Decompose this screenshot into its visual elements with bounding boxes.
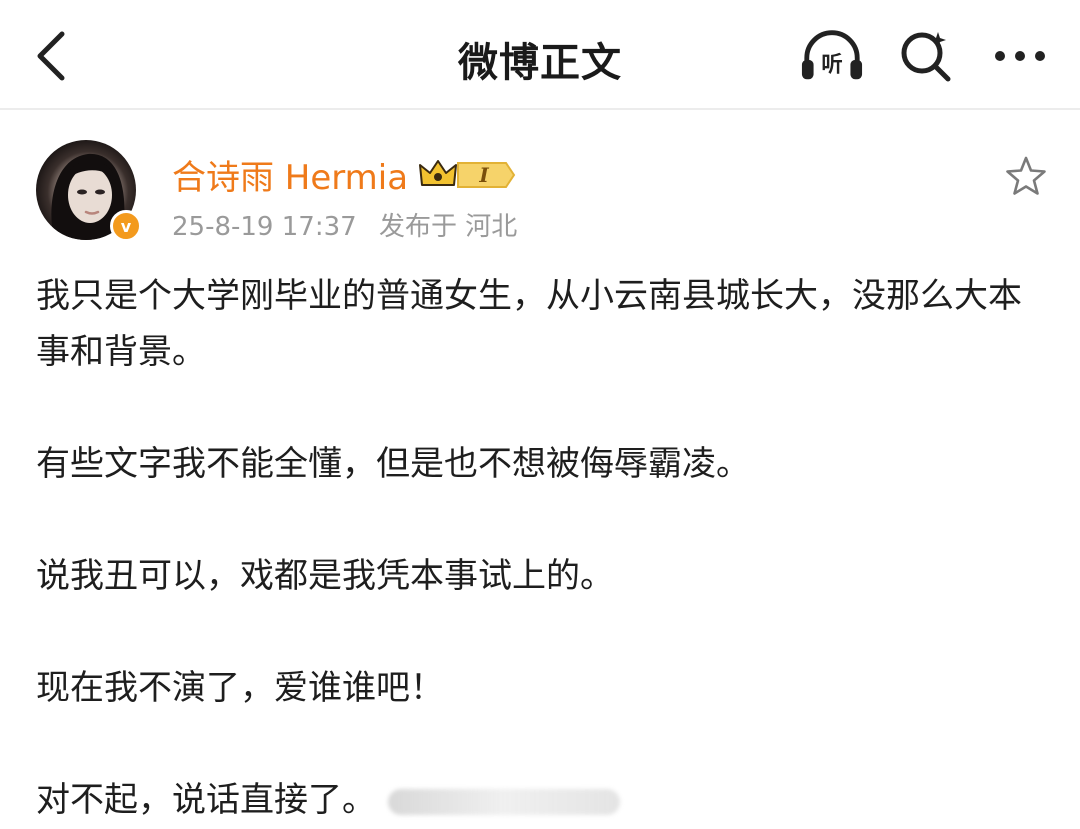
top-navigation-bar: 微博正文 听 [0,0,1080,110]
top-actions: 听 [800,26,1052,86]
search-button[interactable] [894,26,958,86]
post-location: 发布于 河北 [378,212,518,242]
search-icon [901,32,951,82]
crown-icon: I [419,159,516,188]
post-paragraph-last: 对不起，说话直接了。 [36,772,1046,828]
post-paragraph: 说我丑可以，戏都是我凭本事试上的。 [36,556,614,596]
verified-badge: v [110,210,142,242]
post-paragraph-text: 对不起，说话直接了。 [36,780,376,820]
blurred-watermark [388,788,620,815]
more-dots-icon [995,51,1045,61]
more-button[interactable] [988,26,1052,86]
star-outline-icon [1006,156,1046,195]
post-paragraph: 现在我不演了，爱谁谁吧！ [36,668,444,708]
headphones-icon: 听 [801,30,863,80]
author-row: 合诗雨 Hermia I [172,150,516,199]
listen-button[interactable]: 听 [800,26,864,86]
post-paragraph: 有些文字我不能全懂，但是也不想被侮辱霸凌。 [36,444,750,484]
post-date: 25-8-19 17:37 [172,212,357,242]
favorite-button[interactable] [1002,152,1050,200]
listen-label: 听 [821,53,842,78]
vip-badge[interactable]: I [418,157,516,193]
post-content: 我只是个大学刚毕业的普通女生，从小云南县城长大，没那么大本事和背景。 有些文字我… [36,268,1046,828]
author-name[interactable]: 合诗雨 Hermia [172,150,408,199]
vip-level: I [478,163,489,187]
post-meta: 25-8-19 17:37 发布于 河北 [172,206,531,243]
post-paragraph: 我只是个大学刚毕业的普通女生，从小云南县城长大，没那么大本事和背景。 [36,276,1022,372]
author-avatar[interactable]: v [36,140,142,242]
